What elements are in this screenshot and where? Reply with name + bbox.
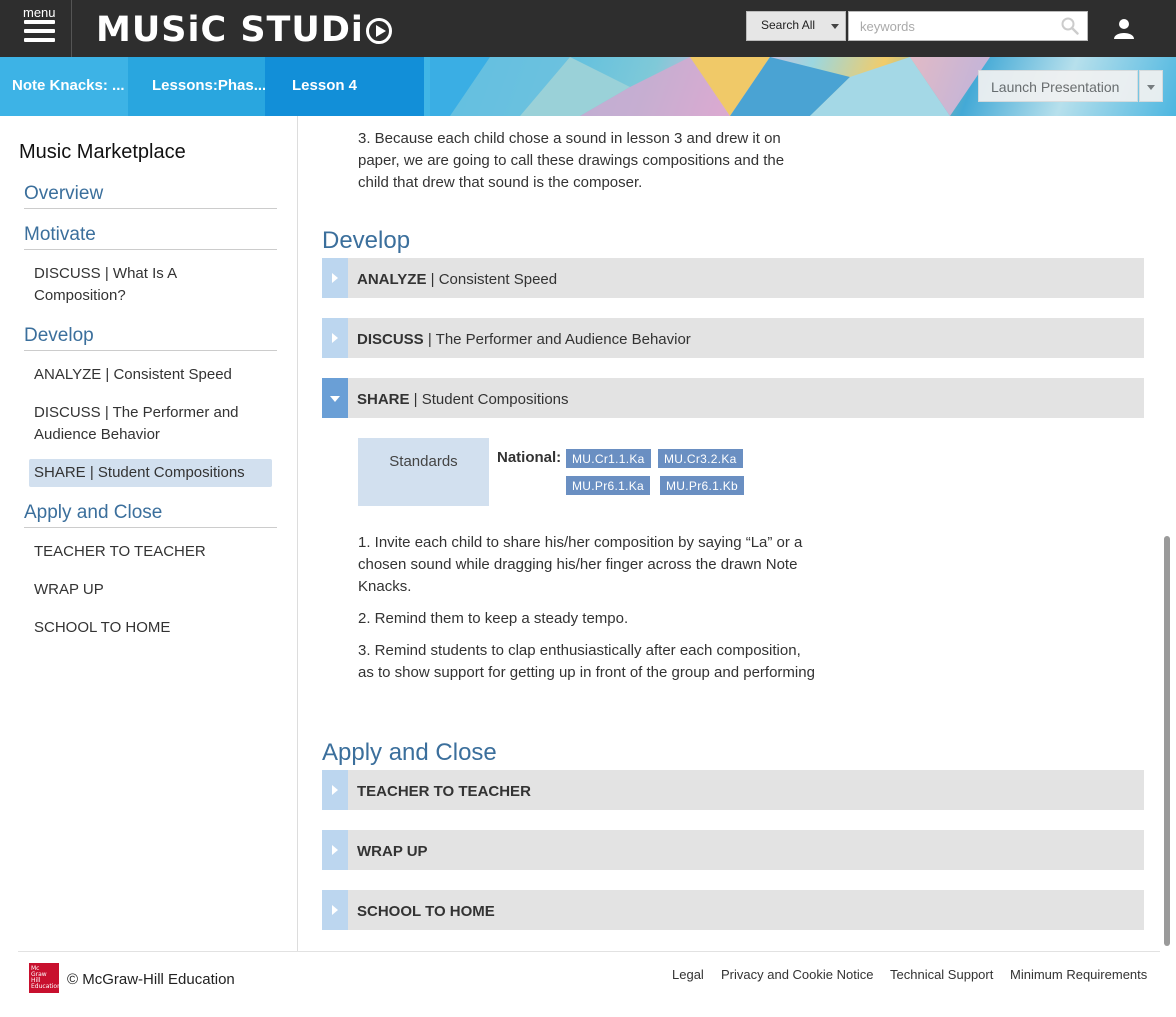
accordion-label: DISCUSS | The Performer and Audience Beh… <box>357 331 691 348</box>
menu-label: menu <box>23 5 56 20</box>
scrollbar-thumb[interactable] <box>1164 536 1170 946</box>
expand-arrow-icon[interactable] <box>322 770 348 810</box>
breadcrumb-item-3[interactable]: Lesson 4 <box>265 57 424 116</box>
sidebar-section-motivate[interactable]: Motivate <box>24 224 277 250</box>
footer-link-support[interactable]: Technical Support <box>890 967 993 982</box>
accordion-school-to-home[interactable]: SCHOOL TO HOME <box>322 890 1144 930</box>
accordion-share[interactable]: SHARE | Student Compositions <box>322 378 1144 418</box>
accordion-teacher-to-teacher[interactable]: TEACHER TO TEACHER <box>322 770 1144 810</box>
expand-arrow-icon[interactable] <box>322 318 348 358</box>
standard-tag[interactable]: MU.Cr3.2.Ka <box>658 449 743 468</box>
footer-divider <box>18 951 1160 952</box>
user-icon[interactable] <box>1112 17 1136 41</box>
copyright-text: © McGraw-Hill Education <box>67 971 235 988</box>
sidebar: Music Marketplace Overview Motivate DISC… <box>0 116 298 951</box>
brand-logo[interactable]: MUSiC STUDi <box>96 10 392 50</box>
collapse-arrow-icon[interactable] <box>322 378 348 418</box>
standard-tag[interactable]: MU.Pr6.1.Ka <box>566 476 650 495</box>
accordion-wrap-up[interactable]: WRAP UP <box>322 830 1144 870</box>
standard-tag[interactable]: MU.Pr6.1.Kb <box>660 476 744 495</box>
main-content: 3. Because each child chose a sound in l… <box>298 116 1160 951</box>
accordion-label: TEACHER TO TEACHER <box>357 783 531 800</box>
launch-options-dropdown[interactable] <box>1139 70 1163 102</box>
footer-link-legal[interactable]: Legal <box>672 967 704 982</box>
expand-arrow-icon[interactable] <box>322 890 348 930</box>
accordion-discuss[interactable]: DISCUSS | The Performer and Audience Beh… <box>322 318 1144 358</box>
accordion-label: SCHOOL TO HOME <box>357 903 495 920</box>
search-input[interactable] <box>848 11 1088 41</box>
national-label: National: <box>497 449 562 466</box>
footer-link-privacy[interactable]: Privacy and Cookie Notice <box>721 967 873 982</box>
sidebar-item-performer-audience[interactable]: DISCUSS | The Performer and Audience Beh… <box>34 402 264 446</box>
top-header: menu MUSiC STUDi Search All <box>0 0 1176 57</box>
sidebar-item-consistent-speed[interactable]: ANALYZE | Consistent Speed <box>34 364 264 386</box>
apply-close-heading: Apply and Close <box>322 739 497 766</box>
caret-down-icon <box>831 24 839 29</box>
accordion-analyze[interactable]: ANALYZE | Consistent Speed <box>322 258 1144 298</box>
play-icon <box>365 18 392 44</box>
search-scope-label: Search All <box>761 18 816 32</box>
sidebar-section-develop[interactable]: Develop <box>24 325 277 351</box>
share-step-1: 1. Invite each child to share his/her co… <box>358 534 803 595</box>
launch-presentation-button[interactable]: Launch Presentation <box>978 70 1138 102</box>
expand-arrow-icon[interactable] <box>322 258 348 298</box>
hamburger-icon <box>24 20 55 47</box>
menu-button[interactable]: menu <box>0 0 72 57</box>
sidebar-item-wrap-up[interactable]: WRAP UP <box>34 579 264 601</box>
search-scope-dropdown[interactable]: Search All <box>746 11 846 41</box>
sidebar-item-teacher-to-teacher[interactable]: TEACHER TO TEACHER <box>34 541 264 563</box>
expand-arrow-icon[interactable] <box>322 830 348 870</box>
share-step-3: 3. Remind students to clap enthusiastica… <box>358 642 815 681</box>
accordion-label: SHARE | Student Compositions <box>357 391 569 408</box>
standards-tab[interactable]: Standards <box>358 438 489 506</box>
sidebar-item-student-compositions[interactable]: SHARE | Student Compositions <box>34 462 264 484</box>
sidebar-item-school-to-home[interactable]: SCHOOL TO HOME <box>34 617 264 639</box>
intro-paragraph: 3. Because each child chose a sound in l… <box>358 130 785 191</box>
search-icon[interactable] <box>1061 17 1079 35</box>
standard-tag[interactable]: MU.Cr1.1.Ka <box>566 449 651 468</box>
breadcrumb-item-2[interactable]: Lessons:Phas... <box>128 57 266 116</box>
sidebar-title: Music Marketplace <box>19 141 186 163</box>
breadcrumb-item-1[interactable]: Note Knacks: ... <box>0 57 128 116</box>
sidebar-section-apply-close[interactable]: Apply and Close <box>24 502 277 528</box>
footer-link-requirements[interactable]: Minimum Requirements <box>1010 967 1147 982</box>
sidebar-section-overview[interactable]: Overview <box>24 183 277 209</box>
accordion-label: WRAP UP <box>357 843 428 860</box>
brand-name: MUSiC STUDi <box>96 10 364 50</box>
sidebar-item-what-is-composition[interactable]: DISCUSS | What Is A Composition? <box>34 263 264 307</box>
scrollbar[interactable] <box>1162 116 1176 951</box>
share-step-2: 2. Remind them to keep a steady tempo. <box>358 610 629 627</box>
develop-heading: Develop <box>322 227 411 254</box>
mcgraw-hill-logo: Mc Graw Hill Education <box>29 963 61 993</box>
accordion-label: ANALYZE | Consistent Speed <box>357 271 558 288</box>
